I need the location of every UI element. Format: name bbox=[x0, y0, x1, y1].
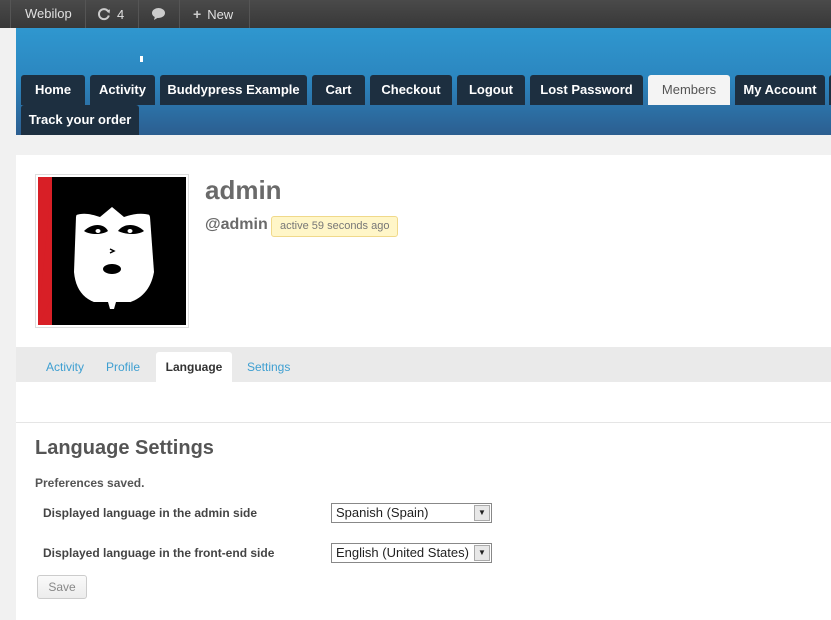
nav-lost-password[interactable]: Lost Password bbox=[530, 75, 643, 105]
plus-icon: + bbox=[193, 6, 202, 22]
new-content-link[interactable]: + New bbox=[193, 0, 233, 28]
nav-my-account[interactable]: My Account bbox=[735, 75, 825, 105]
admin-language-label: Displayed language in the admin side bbox=[43, 506, 258, 520]
admin-bar-separator bbox=[85, 0, 86, 28]
admin-bar-separator bbox=[10, 0, 11, 28]
admin-language-select[interactable]: Spanish (Spain) ▼ bbox=[331, 503, 492, 523]
admin-language-value: Spanish (Spain) bbox=[336, 505, 429, 520]
admin-bar-separator bbox=[249, 0, 250, 28]
nav-activity[interactable]: Activity bbox=[90, 75, 155, 105]
front-language-select[interactable]: English (United States) ▼ bbox=[331, 543, 492, 563]
front-language-value: English (United States) bbox=[336, 545, 469, 560]
front-language-label: Displayed language in the front-end side bbox=[43, 546, 275, 560]
comment-icon bbox=[151, 0, 166, 28]
site-name-link[interactable]: Webilop bbox=[25, 0, 72, 28]
activity-status-badge: active 59 seconds ago bbox=[271, 216, 399, 237]
nav-buddypress-example[interactable]: Buddypress Example bbox=[160, 75, 307, 105]
divider bbox=[16, 422, 831, 423]
chevron-down-icon[interactable]: ▼ bbox=[474, 545, 490, 561]
tab-language[interactable]: Language bbox=[156, 352, 232, 382]
admin-bar-separator bbox=[138, 0, 139, 28]
updates-link[interactable]: 4 bbox=[97, 0, 124, 28]
nav-logout[interactable]: Logout bbox=[457, 75, 525, 105]
nav-checkout[interactable]: Checkout bbox=[370, 75, 452, 105]
tab-settings[interactable]: Settings bbox=[247, 352, 290, 382]
comments-link[interactable] bbox=[151, 0, 172, 28]
tab-profile[interactable]: Profile bbox=[106, 352, 140, 382]
updates-count: 4 bbox=[117, 7, 125, 22]
save-button[interactable]: Save bbox=[37, 575, 87, 599]
new-label: New bbox=[207, 7, 234, 22]
admin-bar-separator bbox=[179, 0, 180, 28]
nav-cart[interactable]: Cart bbox=[312, 75, 365, 105]
avatar-image bbox=[38, 177, 186, 325]
refresh-icon bbox=[97, 0, 111, 28]
avatar[interactable] bbox=[35, 174, 189, 328]
chevron-down-icon[interactable]: ▼ bbox=[474, 505, 490, 521]
admin-bar: Webilop 4 + New bbox=[0, 0, 831, 28]
site-logo[interactable] bbox=[140, 56, 143, 62]
status-message: Preferences saved. bbox=[35, 476, 145, 490]
nav-track-your-order[interactable]: Track your order bbox=[21, 105, 139, 135]
tab-activity[interactable]: Activity bbox=[46, 352, 84, 382]
member-name: admin bbox=[205, 175, 282, 205]
page-title: Language Settings bbox=[35, 437, 214, 459]
nav-members[interactable]: Members bbox=[648, 75, 730, 105]
nav-home[interactable]: Home bbox=[21, 75, 85, 105]
member-handle: @admin bbox=[205, 216, 268, 233]
